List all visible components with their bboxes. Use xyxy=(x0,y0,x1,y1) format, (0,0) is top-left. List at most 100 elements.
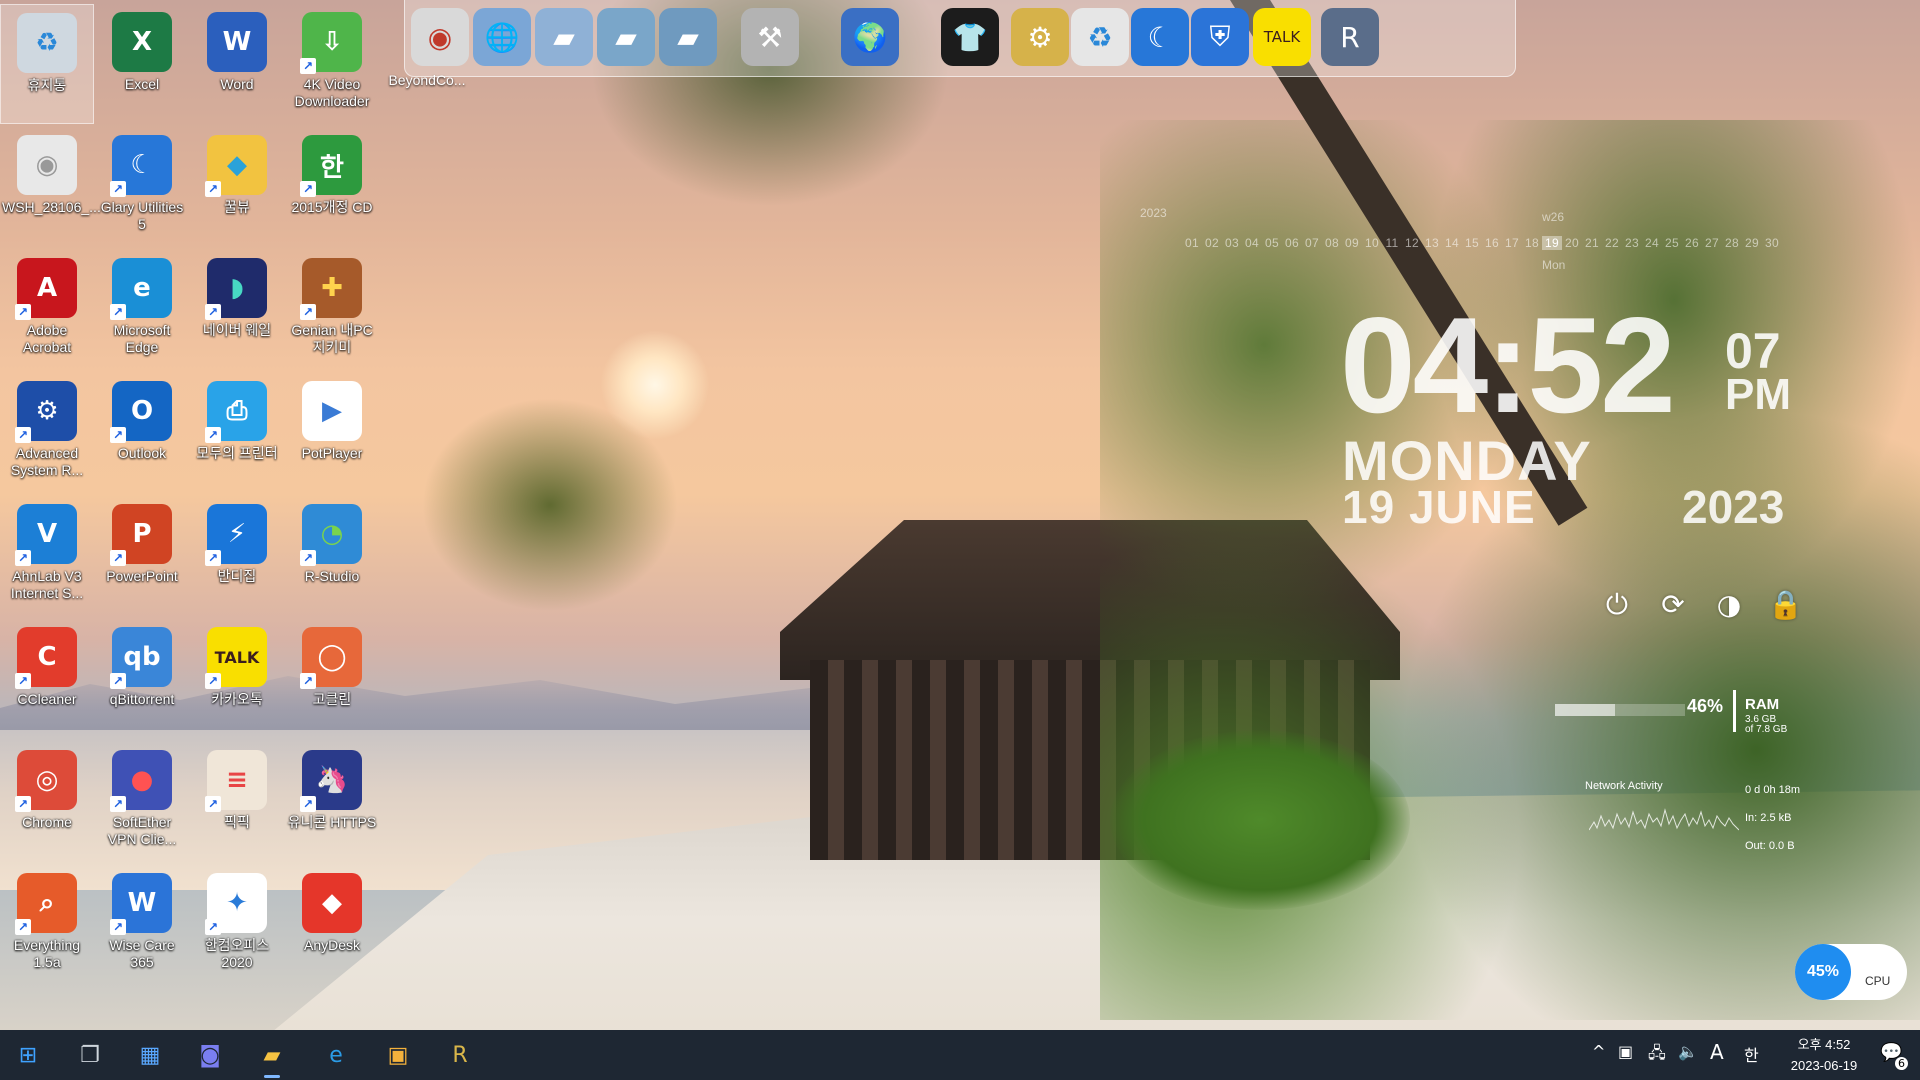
sleep-icon[interactable]: ◑ xyxy=(1712,588,1746,622)
desktop-icon[interactable]: qb ↗ qBittorrent xyxy=(95,619,189,739)
cpu-percent: 45% xyxy=(1795,944,1851,1000)
cd-dvd-icon[interactable]: ◉ xyxy=(411,8,469,66)
tools-hammer-icon[interactable]: ⚒ xyxy=(741,8,799,66)
desktop-icon[interactable]: C ↗ CCleaner xyxy=(0,619,94,739)
desktop-icon[interactable]: ⚙ ↗ Advanced System R... xyxy=(0,373,94,493)
app-icon: ≡ ↗ xyxy=(205,750,267,812)
store-button[interactable]: ▣ xyxy=(378,1035,418,1075)
desktop-icon[interactable]: ◗ ↗ 네이버 웨일 xyxy=(190,250,284,370)
restart-icon[interactable]: ⟳ xyxy=(1656,588,1690,622)
app-icon-glyph: ◔ xyxy=(320,519,344,549)
start-button[interactable]: ⊞ xyxy=(8,1035,48,1075)
desktop-icon[interactable]: P ↗ PowerPoint xyxy=(95,496,189,616)
desktop-icon[interactable]: O ↗ Outlook xyxy=(95,373,189,493)
tray-clock[interactable]: 오후 4:52 2023-06-19 xyxy=(1780,1034,1868,1076)
network-icon[interactable]: 🖧 xyxy=(1648,1042,1666,1069)
app-icon-glyph: TALK xyxy=(214,647,260,667)
calendar-day: 25 xyxy=(1665,236,1679,250)
network-graph xyxy=(1589,808,1739,831)
shutdown-icon[interactable]: ⏻ xyxy=(1600,588,1634,622)
clock-date: 19 JUNE xyxy=(1342,481,1536,533)
desktop-icon[interactable]: ◯ ↗ 고클린 xyxy=(285,619,379,739)
desktop-icon[interactable]: ◉ WSH_28106_... xyxy=(0,127,101,247)
shortcut-arrow-icon: ↗ xyxy=(205,181,221,197)
app-icon: 한 ↗ xyxy=(300,135,362,197)
desktop-icon[interactable]: ◆ AnyDesk xyxy=(285,865,379,985)
calendar-day: 30 xyxy=(1765,236,1779,250)
desktop-icon-label: R-Studio xyxy=(304,568,360,584)
desktop-icon[interactable]: ◆ ↗ 꿀뷰 xyxy=(190,127,284,247)
recycle-bin-icon[interactable]: ♻ xyxy=(1071,8,1129,66)
lock-icon[interactable]: 🔒 xyxy=(1768,588,1803,622)
desktop-icon[interactable]: ✦ ↗ 한컴오피스 2020 xyxy=(190,865,284,985)
desktop-icon[interactable]: ⇩ ↗ 4K Video Downloader xyxy=(285,4,379,124)
glary-moon-icon[interactable]: ☾ xyxy=(1131,8,1189,66)
kakaotalk-icon[interactable]: TALK xyxy=(1253,8,1311,66)
shortcut-arrow-icon: ↗ xyxy=(205,550,221,566)
wise-shield-icon[interactable]: ⛨ xyxy=(1191,8,1249,66)
edge-button[interactable]: e xyxy=(316,1035,356,1075)
folder-green-icon[interactable]: ▰ xyxy=(597,8,655,66)
desktop-icon[interactable]: ≡ ↗ 픽픽 xyxy=(190,742,284,862)
tray-app-icon[interactable]: ▣ xyxy=(1618,1042,1633,1061)
desktop-icon[interactable]: A ↗ Adobe Acrobat xyxy=(0,250,94,370)
notification-count: 6 xyxy=(1895,1057,1908,1070)
desktop-icon[interactable]: ● ↗ SoftEther VPN Clie... xyxy=(95,742,189,862)
desktop-icon[interactable]: W ↗ Wise Care 365 xyxy=(95,865,189,985)
shortcut-arrow-icon: ↗ xyxy=(15,550,31,566)
ram-total: of 7.8 GB xyxy=(1745,724,1788,735)
teams-chat-button[interactable]: ◙ xyxy=(190,1035,230,1075)
desktop-icon[interactable]: ⎙ ↗ 모두의 프린터 xyxy=(190,373,284,493)
desktop-icon[interactable]: ⚡ ↗ 반디집 xyxy=(190,496,284,616)
desktop-icon-label: qBittorrent xyxy=(109,691,175,707)
r-app-button[interactable]: R xyxy=(440,1035,480,1075)
desktop-icon[interactable]: X Excel xyxy=(95,4,189,124)
calendar-day: 03 xyxy=(1225,236,1239,250)
app-icon-glyph: 🦄 xyxy=(315,765,349,795)
shortcut-arrow-icon: ↗ xyxy=(15,796,31,812)
desktop-icon-label: 픽픽 xyxy=(224,814,250,830)
desktop-icon[interactable]: e ↗ Microsoft Edge xyxy=(95,250,189,370)
settings-tools-icon[interactable]: ⚙ xyxy=(1011,8,1069,66)
globe-earth-icon[interactable]: 🌍 xyxy=(841,8,899,66)
network-globe-icon[interactable]: 🌐 xyxy=(473,8,531,66)
desktop-icon-label: 휴지통 xyxy=(27,77,67,93)
tshirt-icon[interactable]: 👕 xyxy=(941,8,999,66)
bushes xyxy=(1110,730,1410,910)
r-studio-drive-icon[interactable]: R xyxy=(1321,8,1379,66)
app-icon-glyph: ◎ xyxy=(35,765,59,795)
ime-mode-han[interactable]: 한 xyxy=(1744,1042,1759,1066)
desktop-icon[interactable]: ✚ ↗ Genian 내PC지키미 xyxy=(285,250,379,370)
ime-mode-a[interactable]: A xyxy=(1710,1040,1724,1064)
desktop-icon-label: Everything 1.5a xyxy=(13,937,81,970)
desktop-icon[interactable]: ☾ ↗ Glary Utilities 5 xyxy=(95,127,189,247)
desktop-icon[interactable]: ◔ ↗ R-Studio xyxy=(285,496,379,616)
shortcut-arrow-icon: ↗ xyxy=(110,673,126,689)
desktop-icon[interactable]: ▶ PotPlayer xyxy=(285,373,379,493)
widgets-button[interactable]: ▦ xyxy=(130,1035,170,1075)
desktop-icon[interactable]: V ↗ AhnLab V3 Internet S... xyxy=(0,496,94,616)
desktop-icon-label: 네이버 웨일 xyxy=(202,322,272,338)
folder-drive-icon[interactable]: ▰ xyxy=(659,8,717,66)
desktop-icon[interactable]: 한 ↗ 2015개정 CD xyxy=(285,127,379,247)
notification-icon[interactable]: 💬 6 xyxy=(1880,1042,1908,1070)
volume-icon[interactable]: 🔈 xyxy=(1678,1042,1698,1061)
desktop-icon[interactable]: W Word xyxy=(190,4,284,124)
desktop-icon[interactable]: TALK ↗ 카카오톡 xyxy=(190,619,284,739)
desktop-icon[interactable]: ⌕ ↗ Everything 1.5a xyxy=(0,865,94,985)
calendar-day: 15 xyxy=(1465,236,1479,250)
tray-overflow-chevron[interactable]: ^ xyxy=(1592,1042,1605,1061)
calendar-day: 10 xyxy=(1365,236,1379,250)
folder-documents-icon[interactable]: ▰ xyxy=(535,8,593,66)
app-icon-glyph: W xyxy=(222,27,252,57)
shortcut-arrow-icon: ↗ xyxy=(205,673,221,689)
file-explorer-button[interactable]: ▰ xyxy=(252,1035,292,1078)
desktop-icon[interactable]: 🦄 ↗ 유니콘 HTTPS xyxy=(285,742,379,862)
taskbar: ⊞ ❐ ▦ ◙ ▰ e ▣ R ^ ▣ 🖧 🔈 A 한 오후 4:52 2023-06-19 … xyxy=(0,1030,1920,1080)
desktop-icon[interactable]: ♻ 휴지통 xyxy=(0,4,94,124)
cpu-widget[interactable]: 45% CPU xyxy=(1795,944,1907,1000)
desktop-icon[interactable]: ◎ ↗ Chrome xyxy=(0,742,94,862)
calendar-week: w26 xyxy=(1542,210,1565,224)
task-view-button[interactable]: ❐ xyxy=(70,1035,110,1075)
app-icon-glyph: ⌕ xyxy=(39,887,55,918)
